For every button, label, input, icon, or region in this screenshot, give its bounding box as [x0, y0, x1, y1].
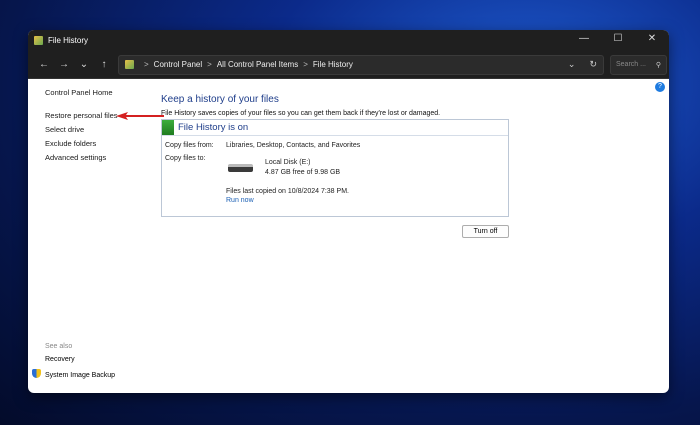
sidebar-restore-personal-files[interactable]: Restore personal files — [45, 111, 118, 120]
status-title: File History is on — [178, 122, 249, 133]
drive-space: 4.87 GB free of 9.98 GB — [265, 169, 341, 176]
copy-from-value: Libraries, Desktop, Contacts, and Favori… — [226, 142, 361, 149]
sidebar-advanced-settings[interactable]: Advanced settings — [45, 153, 118, 162]
breadcrumb-file-history[interactable]: File History — [313, 60, 353, 69]
refresh-icon[interactable]: ↻ — [589, 59, 597, 70]
drive-icon — [228, 164, 253, 172]
page-title: Keep a history of your files — [161, 94, 279, 105]
minimize-button[interactable]: — — [567, 30, 601, 48]
maximize-button[interactable]: ☐ — [601, 30, 635, 48]
back-button[interactable]: ← — [34, 59, 54, 70]
up-button[interactable]: ↑ — [94, 59, 114, 70]
title-bar: File History — ☐ ✕ — [28, 30, 669, 51]
sidebar-exclude-folders[interactable]: Exclude folders — [45, 139, 118, 148]
see-also-label: See also — [45, 343, 73, 350]
copy-to-label: Copy files to: — [165, 155, 206, 162]
forward-button[interactable]: → — [54, 59, 74, 70]
page-description: File History saves copies of your files … — [161, 110, 441, 117]
file-history-icon — [34, 36, 43, 45]
search-placeholder: Search ... — [616, 61, 646, 68]
copy-from-label: Copy files from: — [165, 142, 214, 149]
system-image-backup-link[interactable]: System Image Backup — [32, 369, 115, 379]
sidebar-control-panel-home[interactable]: Control Panel Home — [45, 88, 118, 97]
shield-icon — [32, 369, 41, 378]
help-button[interactable]: ? — [655, 82, 665, 92]
sidebar: Control Panel Home Restore personal file… — [45, 88, 118, 167]
run-now-link[interactable]: Run now — [226, 197, 254, 204]
address-dropdown-icon[interactable]: ⌄ — [568, 59, 576, 70]
breadcrumb-separator: > — [207, 60, 212, 69]
navigation-bar: ← → ⌄ ↑ > Control Panel > All Control Pa… — [28, 51, 669, 79]
last-copied: Files last copied on 10/8/2024 7:38 PM. — [226, 188, 349, 195]
search-input[interactable]: Search ... ⚲ — [610, 54, 667, 75]
address-bar[interactable]: > Control Panel > All Control Panel Item… — [118, 54, 604, 75]
main-content: Keep a history of your files File Histor… — [161, 94, 511, 217]
recovery-link[interactable]: Recovery — [45, 356, 115, 363]
system-image-backup-label: System Image Backup — [45, 372, 116, 379]
window-title: File History — [48, 36, 89, 45]
see-also: See also Recovery System Image Backup — [32, 343, 115, 385]
search-icon: ⚲ — [655, 61, 661, 69]
breadcrumb-separator: > — [303, 60, 308, 69]
breadcrumb-separator: > — [144, 60, 149, 69]
status-panel: File History is on Copy files from: Libr… — [161, 119, 509, 217]
drive-name: Local Disk (E:) — [265, 159, 311, 166]
close-button[interactable]: ✕ — [635, 30, 669, 48]
recent-locations-button[interactable]: ⌄ — [74, 59, 94, 70]
file-history-window: File History — ☐ ✕ ← → ⌄ ↑ > Control Pan… — [28, 30, 669, 393]
breadcrumb-control-panel[interactable]: Control Panel — [154, 60, 202, 69]
sidebar-select-drive[interactable]: Select drive — [45, 125, 118, 134]
breadcrumb-all-items[interactable]: All Control Panel Items — [217, 60, 298, 69]
turn-off-button[interactable]: Turn off — [462, 225, 509, 238]
control-panel-icon — [125, 60, 134, 69]
annotation-arrow — [116, 112, 164, 120]
status-indicator — [162, 120, 174, 135]
